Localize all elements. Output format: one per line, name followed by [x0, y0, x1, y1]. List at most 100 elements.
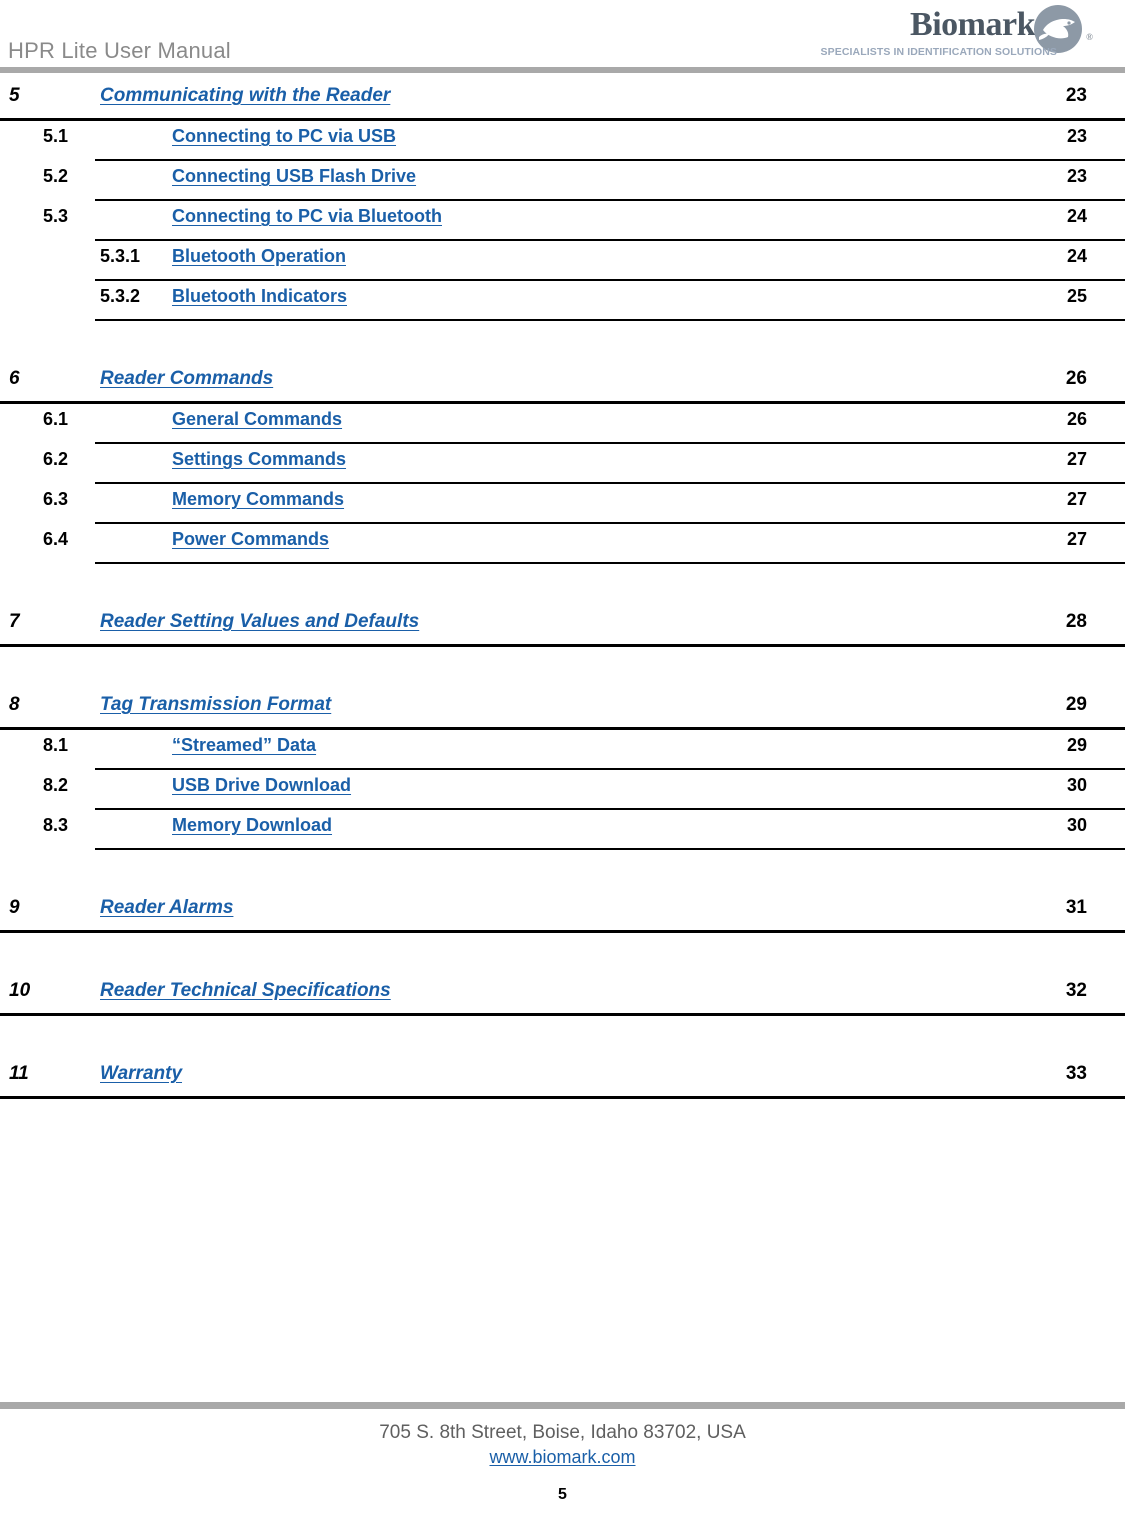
toc-entry-page-number: 29 [1066, 735, 1087, 755]
toc-entry-number: 5.3.1 [100, 246, 141, 266]
toc-entry-link[interactable]: Communicating with the Reader [100, 85, 390, 107]
table-of-contents: 5 Communicating with the Reader 23 5.1 Conne… [0, 80, 1125, 1099]
toc-entry-link[interactable]: Settings Commands [172, 449, 346, 470]
toc-entry[interactable]: 5 Communicating with the Reader 23 [0, 80, 1125, 121]
toc-entry[interactable]: 8.2 USB Drive Download 30 [0, 770, 1125, 810]
toc-entry[interactable]: 6 Reader Commands 26 [0, 363, 1125, 404]
toc-entry-page-number: 24 [1066, 246, 1087, 266]
toc-entry-number: 5.2 [43, 166, 69, 186]
toc-entry-page-number: 23 [1066, 126, 1087, 146]
toc-entry[interactable]: 5.2 Connecting USB Flash Drive 23 [0, 161, 1125, 201]
footer-address: 705 S. 8th Street, Boise, Idaho 83702, U… [379, 1422, 746, 1443]
toc-entry[interactable]: 8.3 Memory Download 30 [0, 810, 1125, 850]
toc-entry-number: 6.3 [43, 489, 69, 509]
toc-entry-number: 6 [9, 368, 20, 389]
toc-entry-link[interactable]: Reader Commands [100, 368, 273, 390]
page-header: HPR Lite User Manual Biomark ® SPECIALIS… [0, 0, 1125, 73]
logo-wordmark: Biomark [910, 6, 1035, 43]
toc-entry[interactable]: 5.3 Connecting to PC via Bluetooth 24 [0, 201, 1125, 241]
toc-entry-link[interactable]: Warranty [100, 1063, 182, 1085]
toc-entry-number: 11 [9, 1063, 29, 1084]
toc-entry-number: 9 [9, 897, 20, 918]
toc-entry[interactable]: 6.1 General Commands 26 [0, 404, 1125, 444]
toc-entry-number: 8.3 [43, 815, 69, 835]
toc-entry-link[interactable]: Memory Commands [172, 489, 344, 510]
toc-entry-number: 5.1 [43, 126, 69, 146]
toc-entry-link[interactable]: General Commands [172, 409, 342, 430]
toc-entry-link[interactable]: Connecting to PC via Bluetooth [172, 206, 442, 227]
toc-entry-number: 6.4 [43, 529, 69, 549]
toc-entry-number: 5.3.2 [100, 286, 141, 306]
toc-entry-number: 6.2 [43, 449, 69, 469]
toc-entry-number: 8.2 [43, 775, 69, 795]
toc-section-gap [0, 850, 1125, 892]
toc-entry[interactable]: 5.3.1 Bluetooth Operation 24 [0, 241, 1125, 281]
toc-entry-page-number: 28 [1065, 611, 1087, 632]
toc-entry[interactable]: 8.1 “Streamed” Data 29 [0, 730, 1125, 770]
toc-entry-rule [0, 1013, 1125, 1016]
toc-entry-link[interactable]: Power Commands [172, 529, 329, 550]
toc-entry-page-number: 24 [1066, 206, 1087, 226]
toc-entry-page-number: 30 [1066, 815, 1087, 835]
toc-entry-rule [95, 562, 1125, 564]
footer-website-link[interactable]: www.biomark.com [0, 1447, 1125, 1468]
toc-entry-rule [0, 644, 1125, 647]
toc-entry-page-number: 31 [1065, 897, 1087, 918]
footer-divider-bar [0, 1402, 1125, 1409]
toc-entry-page-number: 26 [1066, 409, 1087, 429]
toc-entry[interactable]: 6.3 Memory Commands 27 [0, 484, 1125, 524]
toc-entry-rule [95, 319, 1125, 321]
toc-entry-link[interactable]: Reader Technical Specifications [100, 980, 391, 1002]
toc-entry[interactable]: 10 Reader Technical Specifications 32 [0, 975, 1125, 1016]
toc-entry-page-number: 25 [1066, 286, 1087, 306]
toc-entry-page-number: 23 [1065, 85, 1087, 106]
toc-entry-number: 8 [9, 694, 20, 715]
toc-entry[interactable]: 11 Warranty 33 [0, 1058, 1125, 1099]
toc-entry-rule [95, 848, 1125, 850]
toc-entry[interactable]: 5.1 Connecting to PC via USB 23 [0, 121, 1125, 161]
toc-section-gap [0, 1016, 1125, 1058]
toc-entry-link[interactable]: Reader Alarms [100, 897, 233, 919]
footer-page-number: 5 [558, 1486, 567, 1503]
toc-entry-number: 8.1 [43, 735, 69, 755]
page-title: HPR Lite User Manual [8, 38, 231, 63]
toc-entry[interactable]: 6.2 Settings Commands 27 [0, 444, 1125, 484]
toc-entry-link[interactable]: Bluetooth Indicators [172, 286, 347, 307]
registered-trademark-icon: ® [1086, 32, 1093, 42]
toc-section-gap [0, 933, 1125, 975]
toc-entry-number: 6.1 [43, 409, 69, 429]
toc-section-gap [0, 321, 1125, 363]
logo-tagline: SPECIALISTS IN IDENTIFICATION SOLUTIONS [820, 46, 1057, 58]
toc-entry-page-number: 27 [1066, 489, 1087, 509]
toc-entry-number: 10 [9, 980, 31, 1001]
toc-entry-link[interactable]: Connecting to PC via USB [172, 126, 396, 147]
toc-entry-page-number: 33 [1065, 1063, 1087, 1084]
toc-entry-page-number: 30 [1066, 775, 1087, 795]
toc-entry-link[interactable]: Reader Setting Values and Defaults [100, 611, 419, 633]
toc-entry-link[interactable]: “Streamed” Data [172, 735, 316, 756]
header-divider-bar [0, 67, 1125, 73]
toc-section-gap [0, 647, 1125, 689]
toc-entry[interactable]: 5.3.2 Bluetooth Indicators 25 [0, 281, 1125, 321]
biomark-logo: Biomark ® SPECIALISTS IN IDENTIFICATION … [805, 4, 1105, 62]
toc-section-gap [0, 564, 1125, 606]
toc-entry-number: 5 [9, 85, 20, 106]
toc-entry[interactable]: 6.4 Power Commands 27 [0, 524, 1125, 564]
toc-entry[interactable]: 9 Reader Alarms 31 [0, 892, 1125, 933]
toc-entry-number: 7 [9, 611, 20, 632]
toc-entry-page-number: 32 [1065, 980, 1087, 1001]
toc-entry-link[interactable]: Tag Transmission Format [100, 694, 331, 716]
toc-entry-number: 5.3 [43, 206, 69, 226]
toc-entry-page-number: 27 [1066, 529, 1087, 549]
toc-entry-link[interactable]: Memory Download [172, 815, 332, 836]
toc-entry-rule [0, 1096, 1125, 1099]
toc-entry[interactable]: 8 Tag Transmission Format 29 [0, 689, 1125, 730]
toc-entry-link[interactable]: Bluetooth Operation [172, 246, 346, 267]
toc-entry-page-number: 29 [1065, 694, 1087, 715]
toc-entry-link[interactable]: USB Drive Download [172, 775, 351, 796]
toc-entry-rule [0, 930, 1125, 933]
toc-entry-page-number: 23 [1066, 166, 1087, 186]
toc-entry-link[interactable]: Connecting USB Flash Drive [172, 166, 416, 187]
toc-entry-page-number: 26 [1065, 368, 1087, 389]
toc-entry[interactable]: 7 Reader Setting Values and Defaults 28 [0, 606, 1125, 647]
